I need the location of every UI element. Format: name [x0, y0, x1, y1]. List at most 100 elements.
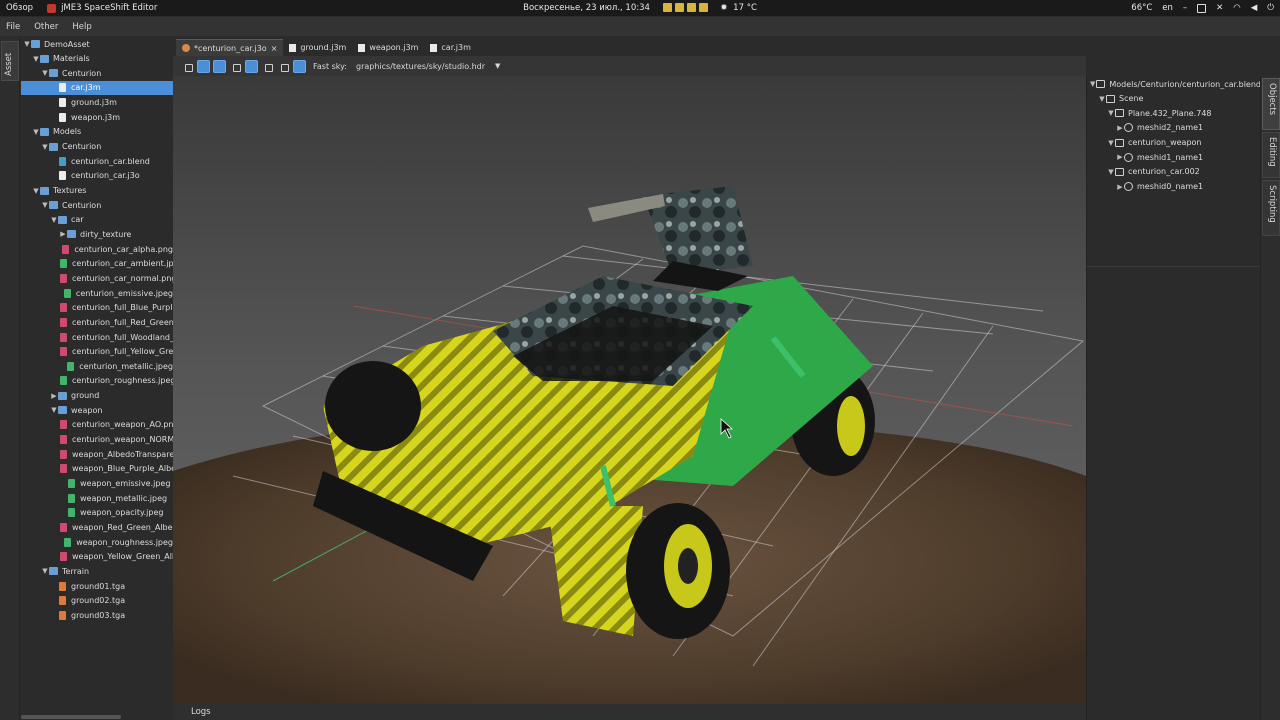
statistics-icon[interactable] [229, 60, 242, 73]
chevron-down-icon[interactable]: ▼ [50, 406, 58, 414]
power-icon[interactable]: ⏻ [1267, 3, 1274, 13]
asset-tree-item[interactable]: ▼ Centurion [21, 66, 173, 80]
asset-tree-item[interactable]: ▼ DemoAsset [21, 37, 173, 51]
camera-light-icon[interactable] [197, 59, 210, 73]
chevron-down-icon[interactable]: ▼ [495, 62, 500, 70]
clock-datetime[interactable]: Воскресенье, 23 июл., 10:34 [523, 3, 650, 13]
scene-objects-tree[interactable]: ▼ Models/Centurion/centurion_car.blend ▼ Sc… [1086, 76, 1260, 266]
fast-sky-select[interactable]: graphics/textures/sky/studio.hdr [356, 62, 488, 71]
editor-tab[interactable]: car.j3m [424, 39, 477, 56]
cpu-temp[interactable]: 66°C [1131, 3, 1152, 13]
menu-other[interactable]: Other [34, 22, 58, 32]
app-title[interactable]: jME3 SpaceShift Editor [61, 3, 157, 13]
asset-tree-item[interactable]: ▼ Models [21, 125, 173, 139]
chevron-down-icon[interactable]: ▼ [1098, 95, 1106, 103]
chevron-down-icon[interactable]: ▼ [32, 128, 40, 136]
chevron-down-icon[interactable]: ▼ [41, 143, 49, 151]
chevron-right-icon[interactable]: ▶ [1116, 183, 1124, 191]
rotate-tool-icon[interactable] [261, 60, 274, 73]
asset-tree-item[interactable]: centurion_car.j3o [21, 169, 173, 183]
tray-notify-icon[interactable] [662, 3, 672, 12]
scene-tree-item[interactable]: ▼ centurion_weapon [1087, 136, 1260, 150]
asset-tree-item[interactable]: centurion_roughness.jpeg [21, 374, 173, 388]
asset-tree-item[interactable]: centurion_full_Woodland_All [21, 330, 173, 344]
asset-tree-item[interactable]: weapon_opacity.jpeg [21, 506, 173, 520]
tray-app2-icon[interactable] [686, 3, 696, 12]
asset-tree-scrollbar[interactable] [21, 715, 121, 719]
grid-toggle-icon[interactable] [213, 59, 226, 73]
asset-tree-item[interactable]: ground03.tga [21, 608, 173, 622]
scene-tree-item[interactable]: ▶ meshid2_name1 [1087, 121, 1260, 135]
asset-tree-item[interactable]: centurion_car_ambient.jpg [21, 257, 173, 271]
asset-tree-item[interactable]: weapon_AlbedoTransparency [21, 447, 173, 461]
asset-tree-item[interactable]: ▶ ground [21, 389, 173, 403]
asset-tree-item[interactable]: centurion_car.blend [21, 154, 173, 168]
volume-icon[interactable]: ◀ [1251, 3, 1258, 13]
keyboard-layout[interactable]: en [1162, 3, 1173, 13]
chevron-down-icon[interactable]: ▼ [41, 69, 49, 77]
chevron-down-icon[interactable]: ▼ [32, 187, 40, 195]
chevron-down-icon[interactable]: ▼ [1089, 80, 1096, 88]
editor-tab[interactable]: weapon.j3m [352, 39, 424, 56]
chevron-down-icon[interactable]: ▼ [23, 40, 31, 48]
minimize-icon[interactable]: – [1183, 3, 1187, 13]
scene-tree-item[interactable]: ▼ centurion_car.002 [1087, 165, 1260, 179]
asset-tree-item[interactable]: ▼ weapon [21, 403, 173, 417]
asset-tree-item[interactable]: weapon_metallic.jpeg [21, 491, 173, 505]
asset-tree-item[interactable]: weapon.j3m [21, 110, 173, 124]
logs-tab[interactable]: Logs [191, 707, 211, 717]
scene-tree-item[interactable]: ▶ meshid1_name1 [1087, 150, 1260, 164]
asset-tree-item[interactable]: weapon_Blue_Purple_Albedo [21, 462, 173, 476]
scene-tree-item[interactable]: ▼ Scene [1087, 92, 1260, 106]
asset-tree-item[interactable]: ▶ dirty_texture [21, 227, 173, 241]
tray-mail-icon[interactable] [698, 3, 708, 12]
chevron-down-icon[interactable]: ▼ [1107, 168, 1115, 176]
close-window-icon[interactable]: ✕ [1216, 3, 1223, 13]
scene-tree-item[interactable]: ▶ meshid0_name1 [1087, 180, 1260, 194]
chevron-right-icon[interactable]: ▶ [1116, 153, 1124, 161]
scale-tool-icon[interactable] [277, 60, 290, 73]
chevron-down-icon[interactable]: ▼ [1107, 109, 1115, 117]
asset-tree-item[interactable]: ▼ Centurion [21, 198, 173, 212]
network-wifi-icon[interactable]: ◠ [1233, 3, 1240, 13]
editor-tab[interactable]: *centurion_car.j3o × [176, 39, 284, 56]
asset-tree-item[interactable]: ▼ Terrain [21, 564, 173, 578]
editor-tab[interactable]: ground.j3m [283, 39, 352, 56]
save-icon[interactable] [181, 60, 194, 73]
asset-tree-item[interactable]: weapon_Yellow_Green_Albed [21, 550, 173, 564]
asset-tree-item[interactable]: ground.j3m [21, 96, 173, 110]
move-tool-icon[interactable] [245, 59, 258, 73]
asset-tree-item[interactable]: centurion_metallic.jpeg [21, 359, 173, 373]
chevron-down-icon[interactable]: ▼ [41, 567, 49, 575]
menu-help[interactable]: Help [72, 22, 91, 32]
asset-tree-item[interactable]: centurion_weapon_AO.png [21, 418, 173, 432]
menu-file[interactable]: File [6, 22, 20, 32]
asset-tree-item[interactable]: centurion_car_alpha.png [21, 242, 173, 256]
scene-tree-item[interactable]: ▼ Plane.432_Plane.748 [1087, 106, 1260, 120]
asset-tree-item[interactable]: ▼ Materials [21, 52, 173, 66]
asset-tree-item[interactable]: car.j3m [21, 80, 173, 95]
3d-viewport[interactable] [173, 76, 1086, 704]
asset-tree-item[interactable]: centurion_car_normal.png [21, 271, 173, 285]
asset-tree-item[interactable]: ▼ Centurion [21, 140, 173, 154]
maximize-icon[interactable] [1197, 3, 1207, 13]
activities-overview-button[interactable]: Обзор [6, 3, 33, 13]
chevron-right-icon[interactable]: ▶ [50, 392, 58, 400]
asset-tree-item[interactable]: weapon_emissive.jpeg [21, 477, 173, 491]
scene-tree-item[interactable]: ▼ Models/Centurion/centurion_car.blend [1087, 77, 1260, 91]
fast-sky-toggle-icon[interactable] [293, 59, 306, 73]
asset-tree-item[interactable]: centurion_full_Yellow_Green [21, 345, 173, 359]
chevron-down-icon[interactable]: ▼ [1107, 139, 1115, 147]
asset-tree-item[interactable]: ground02.tga [21, 594, 173, 608]
chevron-right-icon[interactable]: ▶ [1116, 124, 1124, 132]
asset-tree-item[interactable]: weapon_Red_Green_AlbedoT [21, 520, 173, 534]
chevron-down-icon[interactable]: ▼ [32, 55, 40, 63]
tray-app-icon[interactable] [674, 3, 684, 12]
asset-tree-item[interactable]: ▼ Textures [21, 184, 173, 198]
asset-tree-item[interactable]: centurion_full_Blue_Purple_A [21, 301, 173, 315]
asset-tree-item[interactable]: ground01.tga [21, 579, 173, 593]
chevron-down-icon[interactable]: ▼ [41, 201, 49, 209]
asset-tree[interactable]: ▼ DemoAsset ▼ Materials ▼ Centurion car.j3m gro… [21, 36, 173, 714]
weather-temp[interactable]: 17 °C [733, 3, 757, 13]
chevron-down-icon[interactable]: ▼ [50, 216, 58, 224]
